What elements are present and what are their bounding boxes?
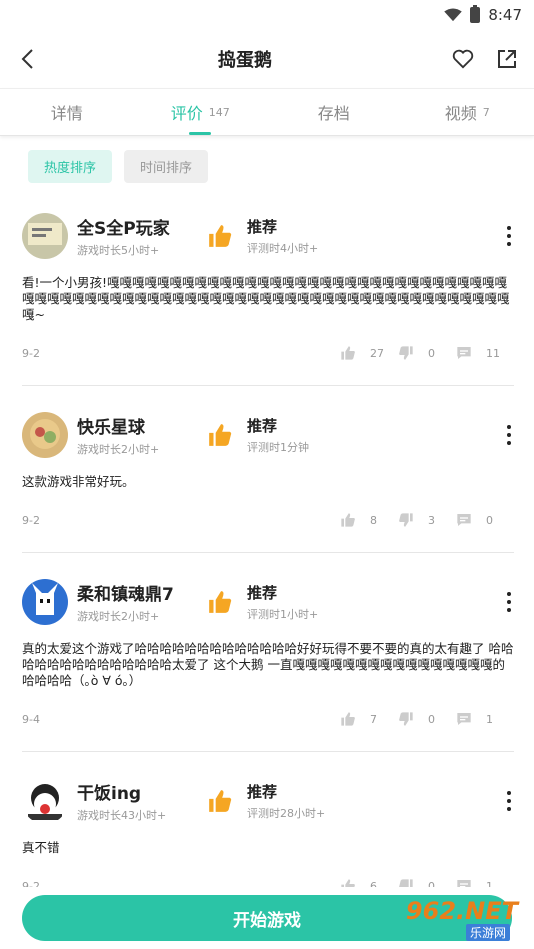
playtime: 游戏时长43小时+ xyxy=(77,809,167,822)
like-icon xyxy=(341,712,355,726)
verdict-label: 推荐 xyxy=(247,783,278,801)
review-date: 9-4 xyxy=(22,712,40,726)
tab-reviews-count: 147 xyxy=(208,105,230,119)
tab-videos-count: 7 xyxy=(482,105,490,119)
dislike-icon xyxy=(399,513,413,527)
review-item: 全S全P玩家 游戏时长5小时+ 推荐 评测时4小时+ 看!一个小男孩!嘎嘎嘎嘎嘎… xyxy=(22,193,514,386)
comment-icon xyxy=(457,713,471,725)
review-list: 全S全P玩家 游戏时长5小时+ 推荐 评测时4小时+ 看!一个小男孩!嘎嘎嘎嘎嘎… xyxy=(0,193,534,919)
like-icon xyxy=(341,513,355,527)
review-date: 9-2 xyxy=(22,346,40,360)
dislike-count: 0 xyxy=(428,346,435,360)
reviewer-name[interactable]: 干饭ing xyxy=(77,779,197,804)
tab-details[interactable]: 详情 xyxy=(0,89,134,135)
share-icon[interactable] xyxy=(494,46,520,72)
more-options-icon[interactable] xyxy=(504,791,514,811)
like-button[interactable]: 7 xyxy=(340,711,398,727)
thumbs-up-icon xyxy=(209,790,232,812)
thumbs-up-icon xyxy=(209,591,232,613)
page-title: 捣蛋鹅 xyxy=(218,50,272,71)
avatar[interactable] xyxy=(22,412,68,458)
sort-by-time-button[interactable]: 时间排序 xyxy=(124,150,209,183)
more-options-icon[interactable] xyxy=(504,226,514,246)
reviewer-name[interactable]: 全S全P玩家 xyxy=(77,214,197,239)
reviewer-name[interactable]: 快乐星球 xyxy=(77,413,197,438)
comment-icon xyxy=(457,514,471,526)
reviewer-name[interactable]: 柔和镇魂鼎7 xyxy=(77,580,197,605)
verdict-label: 推荐 xyxy=(247,417,278,435)
like-count: 27 xyxy=(370,346,384,360)
dislike-icon xyxy=(399,712,413,726)
avatar[interactable] xyxy=(22,579,68,625)
avatar[interactable] xyxy=(22,213,68,259)
status-time: 8:47 xyxy=(488,6,522,24)
comment-count: 1 xyxy=(486,712,493,726)
like-count: 7 xyxy=(370,712,377,726)
tab-reviews[interactable]: 评价 147 xyxy=(134,89,268,135)
review-time: 评测时1小时+ xyxy=(247,608,319,621)
avatar[interactable] xyxy=(22,778,68,824)
like-icon xyxy=(341,346,355,360)
dislike-button[interactable]: 3 xyxy=(398,512,456,528)
more-options-icon[interactable] xyxy=(504,425,514,445)
verdict-label: 推荐 xyxy=(247,584,278,602)
dislike-button[interactable]: 0 xyxy=(398,345,456,361)
thumbs-up-icon xyxy=(209,225,232,247)
comment-button[interactable]: 0 xyxy=(456,512,514,528)
thumbs-up-icon xyxy=(209,424,232,446)
sort-options: 热度排序 时间排序 xyxy=(0,136,534,193)
watermark-logo: 962.NET 乐游网 xyxy=(398,897,528,945)
tab-saves[interactable]: 存档 xyxy=(267,89,401,135)
favorite-heart-icon[interactable] xyxy=(450,46,476,72)
review-content: 看!一个小男孩!嘎嘎嘎嘎嘎嘎嘎嘎嘎嘎嘎嘎嘎嘎嘎嘎嘎嘎嘎嘎嘎嘎嘎嘎嘎嘎嘎嘎嘎嘎嘎嘎… xyxy=(22,275,510,322)
comment-icon xyxy=(457,347,471,359)
review-item: 快乐星球 游戏时长2小时+ 推荐 评测时1分钟 这款游戏非常好玩。 9-2 8 … xyxy=(22,386,514,553)
watermark-main: 962.NET xyxy=(405,897,518,925)
playtime: 游戏时长5小时+ xyxy=(77,244,160,257)
review-content: 真的太爱这个游戏了哈哈哈哈哈哈哈哈哈哈哈哈哈好好玩得不要不要的真的太有趣了 哈哈… xyxy=(22,641,514,688)
comment-button[interactable]: 1 xyxy=(456,711,514,727)
sort-by-popularity-button[interactable]: 热度排序 xyxy=(28,150,113,183)
playtime: 游戏时长2小时+ xyxy=(77,443,160,456)
dislike-count: 3 xyxy=(428,513,435,527)
review-content: 这款游戏非常好玩。 xyxy=(22,474,135,489)
comment-count: 11 xyxy=(486,346,500,360)
comment-count: 0 xyxy=(486,513,493,527)
like-button[interactable]: 8 xyxy=(340,512,398,528)
review-time: 评测时28小时+ xyxy=(247,807,326,820)
back-icon[interactable] xyxy=(14,46,40,72)
playtime: 游戏时长2小时+ xyxy=(77,610,160,623)
review-content: 真不错 xyxy=(22,840,60,855)
dislike-button[interactable]: 0 xyxy=(398,711,456,727)
dislike-icon xyxy=(399,346,413,360)
like-count: 8 xyxy=(370,513,377,527)
comment-button[interactable]: 11 xyxy=(456,345,514,361)
watermark-sub: 乐游网 xyxy=(465,924,510,941)
battery-icon xyxy=(470,5,481,23)
review-item: 柔和镇魂鼎7 游戏时长2小时+ 推荐 评测时1小时+ 真的太爱这个游戏了哈哈哈哈… xyxy=(22,553,514,752)
more-options-icon[interactable] xyxy=(504,592,514,612)
header: 捣蛋鹅 xyxy=(0,30,534,88)
like-button[interactable]: 27 xyxy=(340,345,398,361)
verdict-label: 推荐 xyxy=(247,218,278,236)
status-bar: 8:47 xyxy=(0,0,534,30)
review-time: 评测时4小时+ xyxy=(247,242,319,255)
wifi-icon xyxy=(444,8,463,22)
review-date: 9-2 xyxy=(22,513,40,527)
tab-videos[interactable]: 视频 7 xyxy=(401,89,534,135)
review-time: 评测时1分钟 xyxy=(247,441,309,454)
tab-bar: 详情 评价 147 存档 视频 7 xyxy=(0,88,534,136)
dislike-count: 0 xyxy=(428,712,435,726)
